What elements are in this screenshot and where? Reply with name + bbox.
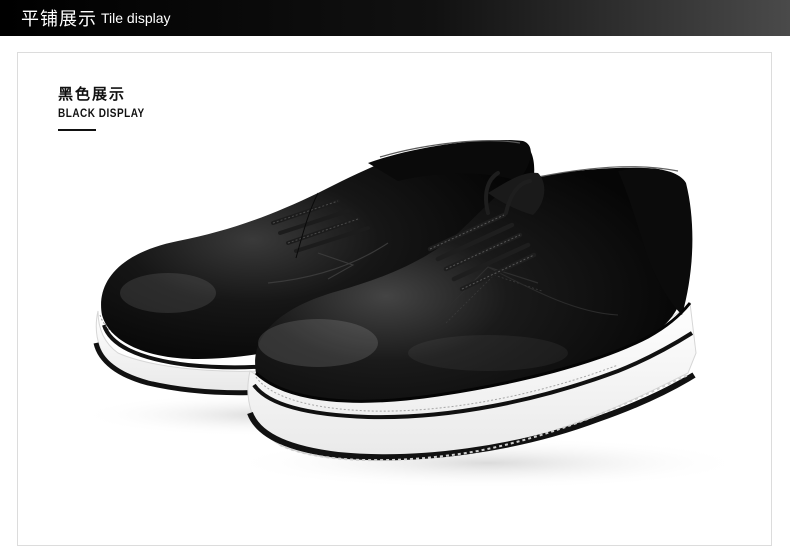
product-photo-shoes [78, 139, 748, 489]
section-title-zh: 平铺展示 [21, 9, 97, 30]
section-title-en: Tile display [101, 10, 171, 26]
section-header-bar: 平铺展示 Tile display [0, 0, 790, 36]
product-display-frame: 黑色展示 BLACK DISPLAY [17, 52, 772, 546]
